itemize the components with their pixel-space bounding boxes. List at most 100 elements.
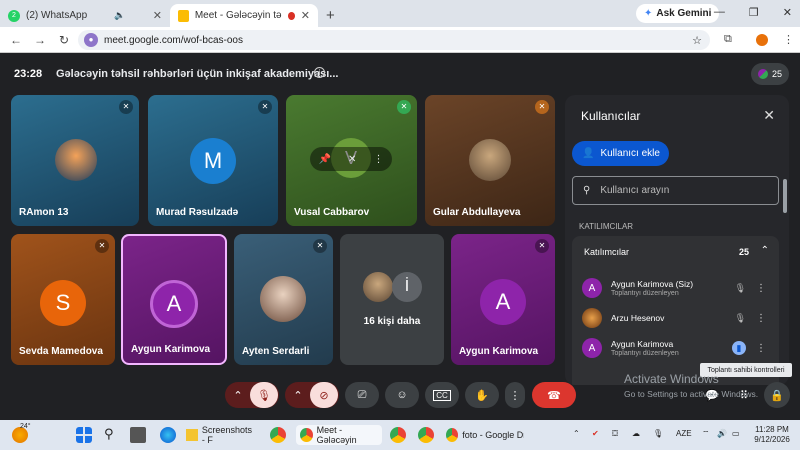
more-icon[interactable]: ⋮ — [756, 283, 766, 294]
profile-avatar[interactable] — [756, 33, 768, 46]
more-options-button[interactable]: ⋮ — [505, 382, 525, 408]
search-icon: ⚲ — [583, 185, 591, 196]
reload-icon[interactable]: ↻ — [52, 33, 76, 47]
participant-tile[interactable]: A ✕ Aygun Karimova — [451, 234, 555, 365]
emoji-icon: ☺ — [396, 389, 408, 401]
start-icon[interactable] — [76, 427, 92, 443]
participant-name: Aygun Karimova — [131, 344, 211, 355]
participant-name: Gular Abdullayeva — [433, 207, 521, 218]
more-icon[interactable]: ⋮ — [756, 313, 766, 324]
more-icon: ⋮ — [509, 389, 521, 402]
battery-icon[interactable]: ▭ — [732, 429, 740, 438]
maximize-icon[interactable]: ❐ — [749, 6, 759, 19]
url-field[interactable]: ● meet.google.com/wof-bcas-oos ☆ — [78, 30, 710, 50]
mic-off-icon[interactable]: 🎙 — [735, 283, 746, 294]
participant-name: Murad Rəsulzadə — [156, 207, 239, 218]
emoji-button[interactable]: ☺ — [385, 382, 419, 408]
info-icon[interactable]: i — [314, 67, 325, 78]
pin-icon[interactable]: 📌 — [319, 154, 331, 165]
back-icon[interactable]: ← — [4, 33, 28, 47]
antivirus-icon[interactable]: ✔ — [592, 429, 599, 438]
leave-call-button[interactable]: ☎ — [532, 382, 576, 408]
taskbar-item-meet[interactable]: Meet - Gələcəyin — [296, 425, 382, 445]
more-participants-tile[interactable]: İ 16 kişi daha — [340, 234, 444, 365]
url-text: meet.google.com/wof-bcas-oos — [104, 34, 243, 46]
network-tray-icon[interactable]: ⛋ — [612, 429, 618, 439]
chevron-up-icon[interactable]: ⌃ — [226, 389, 250, 402]
add-user-button[interactable]: 👤 Kullanıcı ekle — [572, 141, 669, 166]
chevron-up-icon[interactable]: ⌃ — [573, 429, 580, 438]
list-item[interactable]: A Aygun Karimova (Siz) Toplantıyı düzenle… — [582, 274, 772, 302]
task-view-icon[interactable] — [130, 427, 146, 443]
present-screen-button[interactable]: ⎚ — [345, 382, 379, 408]
close-icon[interactable]: ✕ — [153, 9, 162, 22]
avatar: A — [480, 279, 526, 325]
ask-gemini-button[interactable]: ✦ Ask Gemini — [636, 4, 720, 23]
close-icon[interactable]: ✕ — [301, 9, 310, 22]
mic-off-icon: ✕ — [535, 100, 549, 114]
more-icon[interactable]: ⋮ — [756, 343, 766, 354]
bookmark-star-icon[interactable]: ☆ — [692, 34, 702, 47]
extensions-icon[interactable]: ⧉ — [724, 33, 732, 46]
chrome-icon — [446, 428, 459, 442]
search-input[interactable]: ⚲ Kullanıcı arayın — [572, 176, 779, 205]
tab-whatsapp[interactable]: 2 (2) WhatsApp 🔈 ✕ — [0, 4, 170, 27]
participant-tile[interactable]: ✕ Ayten Serdarli — [234, 234, 333, 365]
tab-label: (2) WhatsApp — [26, 10, 88, 21]
wifi-icon[interactable]: ⌔ — [702, 429, 710, 439]
chrome-icon[interactable] — [390, 427, 406, 443]
volume-icon[interactable]: 🔊 — [717, 429, 727, 438]
speaker-icon[interactable]: 🔈 — [114, 10, 125, 21]
system-clock[interactable]: 11:28 PM 9/12/2026 — [748, 425, 796, 445]
taskbar-item-drive[interactable]: foto - Google Driv — [442, 425, 528, 445]
captions-button[interactable]: CC — [425, 382, 459, 408]
mic-off-icon[interactable]: 🎙 — [735, 313, 746, 324]
participant-tile[interactable]: V 📌 ✕ ⋮ ✕ Vusal Cabbarov — [286, 95, 417, 226]
language-indicator[interactable]: AZE — [676, 429, 692, 438]
mic-tray-icon[interactable]: 🎙 — [653, 429, 663, 438]
taskbar-item-explorer[interactable]: Screenshots - F — [182, 425, 260, 445]
forward-icon[interactable]: → — [28, 33, 52, 47]
meeting-title: Gələcəyin təhsil rəhbərləri üçün inkişaf… — [56, 68, 339, 80]
chevron-up-icon[interactable]: ⌃ — [761, 245, 769, 256]
chevron-up-icon[interactable]: ⌃ — [286, 389, 310, 402]
onedrive-icon[interactable]: ☁ — [632, 429, 640, 438]
address-bar: ← → ↻ ● meet.google.com/wof-bcas-oos ☆ ⧉… — [0, 27, 800, 53]
edge-icon[interactable] — [160, 427, 176, 443]
more-icon[interactable]: ⋮ — [373, 154, 383, 165]
menu-icon[interactable]: ⋮ — [783, 33, 794, 46]
participants-count-button[interactable]: 25 — [751, 63, 789, 85]
minimize-icon[interactable]: — — [714, 6, 725, 19]
raise-hand-button[interactable]: ✋ — [465, 382, 499, 408]
tab-meet[interactable]: Meet - Gələcəyin təhsil rəh ✕ — [170, 4, 318, 27]
speaking-indicator-icon: ▮ — [732, 341, 746, 355]
avatar — [363, 272, 393, 302]
host-controls-button[interactable]: 🔒 — [764, 382, 790, 408]
camera-off-button[interactable]: ⊘ — [310, 382, 338, 408]
mic-off-icon: ✕ — [119, 100, 133, 114]
search-icon[interactable]: ⚲ — [104, 426, 114, 442]
chrome-icon[interactable] — [418, 427, 434, 443]
avatar — [55, 139, 97, 181]
participant-tile[interactable]: ✕ Gular Abdullayeva — [425, 95, 555, 226]
avatar: M — [190, 138, 236, 184]
participant-tile-active-speaker[interactable]: A Aygun Karimova — [121, 234, 227, 365]
avatar: A — [582, 338, 602, 358]
list-item[interactable]: A Aygun Karimova Toplantıyı düzenleyen ▮ … — [582, 334, 772, 362]
chrome-icon[interactable] — [270, 427, 286, 443]
list-item[interactable]: Arzu Hesenov 🎙 ⋮ — [582, 304, 772, 332]
scrollbar[interactable] — [783, 179, 787, 213]
participant-tile[interactable]: M ✕ Murad Rəsulzadə — [148, 95, 278, 226]
mic-off-icon: ✕ — [313, 239, 327, 253]
new-tab-button[interactable]: + — [318, 4, 343, 27]
participant-tile[interactable]: ✕ RAmon 13 — [11, 95, 139, 226]
mic-off-button[interactable]: 🎙 — [250, 382, 278, 408]
participant-tile[interactable]: S ✕ Sevda Mamedova — [11, 234, 115, 365]
remove-icon[interactable]: ✕ — [348, 154, 356, 165]
activation-watermark-text: Go to Settings to activate Windows. — [624, 389, 759, 399]
close-icon[interactable]: ✕ — [763, 107, 775, 124]
site-info-icon[interactable]: ● — [84, 33, 98, 47]
folder-icon — [186, 429, 198, 441]
close-window-icon[interactable]: ✕ — [783, 6, 792, 19]
captions-icon: CC — [433, 389, 451, 401]
